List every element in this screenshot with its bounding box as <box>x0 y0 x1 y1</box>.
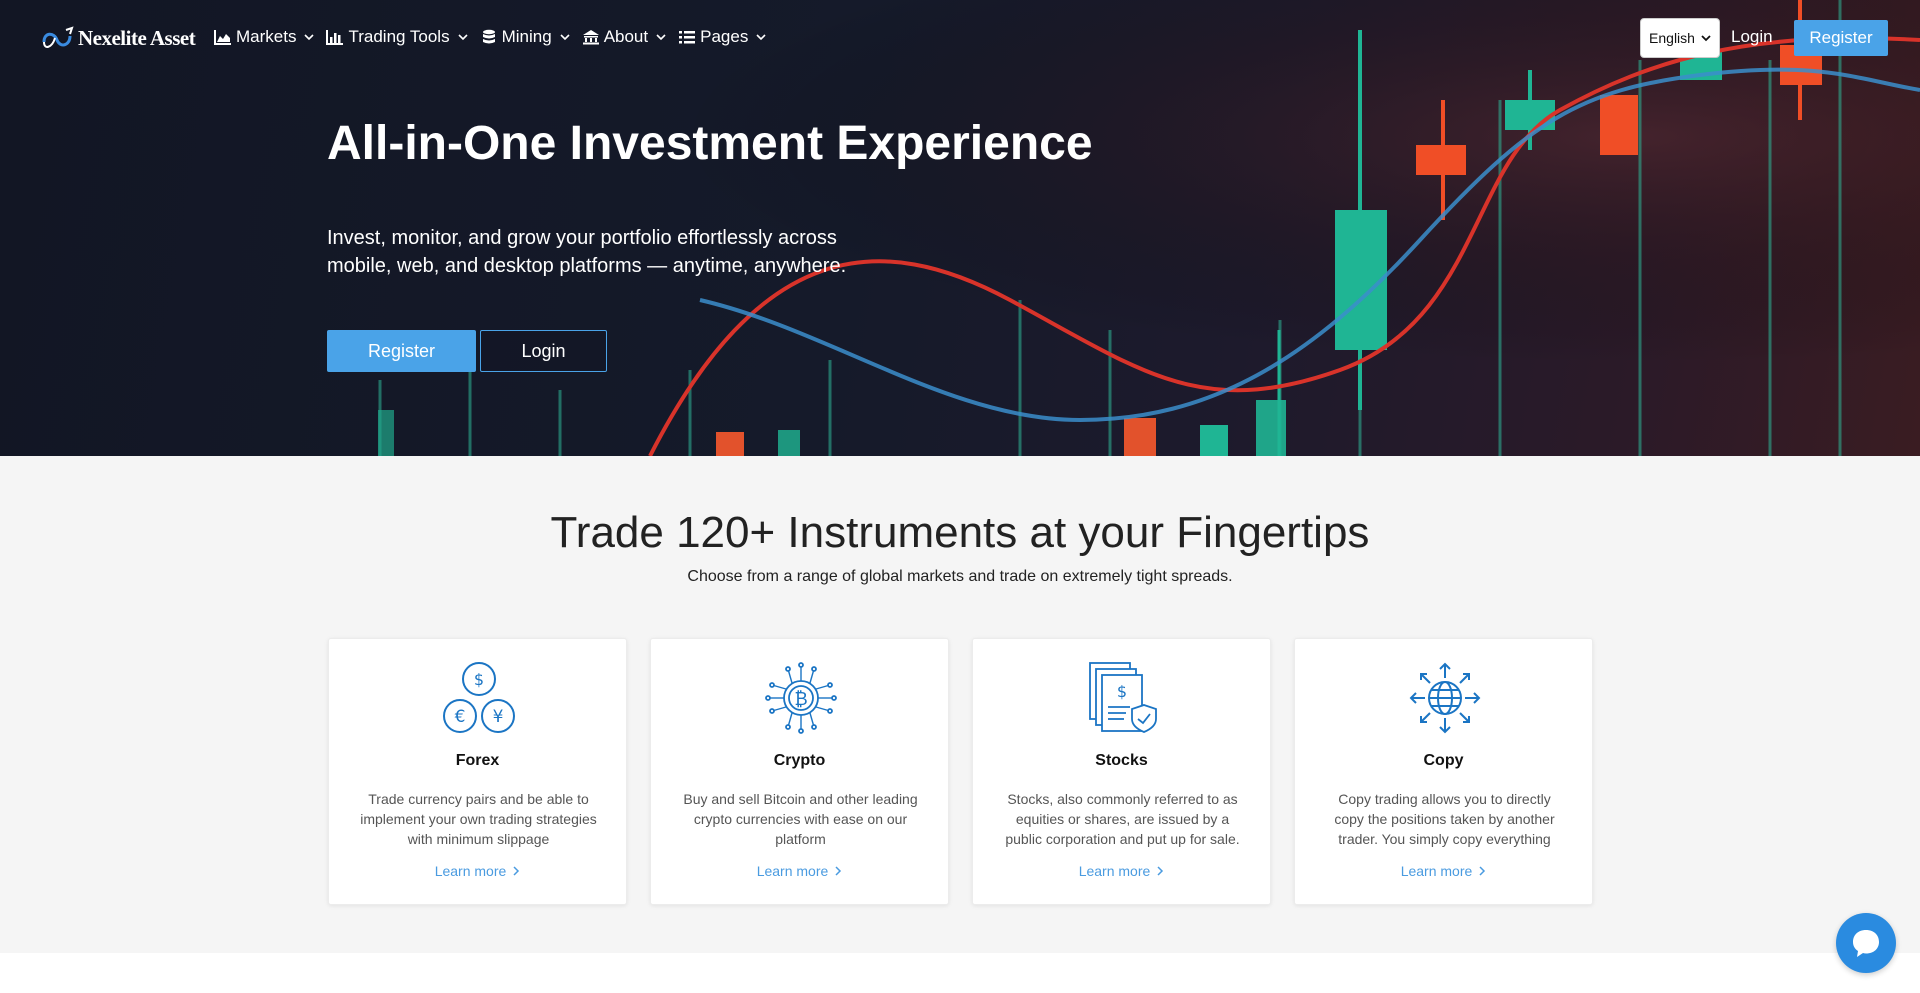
nav-pages-label: Pages <box>700 27 749 46</box>
hero-subtitle: Invest, monitor, and grow your portfolio… <box>327 227 847 277</box>
instrument-card-stocks: $ Stocks Stocks, also commonly referred … <box>972 638 1271 905</box>
learn-more-label: Learn more <box>1400 863 1473 879</box>
svg-text:$: $ <box>474 670 484 689</box>
chat-widget-button[interactable] <box>1836 913 1896 973</box>
nav-register-button[interactable]: Register <box>1794 20 1888 56</box>
chevron-right-icon <box>835 866 842 876</box>
card-title: Stocks <box>1095 752 1148 769</box>
stock-document-icon: $ <box>1089 662 1157 733</box>
chevron-right-icon <box>1157 866 1164 876</box>
svg-text:€: € <box>455 707 466 727</box>
nav-pages[interactable]: Pages <box>678 27 767 47</box>
globe-arrows-icon <box>1409 662 1481 734</box>
bar-chart-icon <box>326 30 344 45</box>
chevron-right-icon <box>1479 866 1486 876</box>
learn-more-link[interactable]: Learn more <box>329 863 626 879</box>
chevron-down-icon <box>756 34 766 41</box>
svg-text:$: $ <box>1117 682 1127 701</box>
learn-more-label: Learn more <box>756 863 829 879</box>
next-section-edge <box>0 953 1920 993</box>
nav-trading-tools-label: Trading Tools <box>348 27 450 46</box>
bank-icon <box>582 30 599 45</box>
chevron-down-icon <box>304 34 315 41</box>
chevron-down-icon <box>1701 35 1711 42</box>
nav-about[interactable]: About <box>582 27 667 47</box>
card-description: Buy and sell Bitcoin and other leading c… <box>683 791 918 847</box>
currency-coins-icon: $ € ¥ <box>443 662 515 733</box>
area-chart-icon <box>214 30 231 45</box>
chevron-right-icon <box>513 866 520 876</box>
chat-bubble-icon <box>1853 930 1879 957</box>
instrument-card-forex: $ € ¥ Forex Trade currency pairs and be … <box>328 638 627 905</box>
nav-markets[interactable]: Markets <box>214 27 315 47</box>
instruments-subtitle: Choose from a range of global markets an… <box>687 568 1233 585</box>
instruments-title: Trade 120+ Instruments at your Fingertip… <box>550 508 1370 557</box>
nav-trading-tools[interactable]: Trading Tools <box>326 27 468 47</box>
card-title: Crypto <box>773 752 826 769</box>
card-description: Stocks, also commonly referred to as equ… <box>1005 791 1240 847</box>
learn-more-link[interactable]: Learn more <box>973 863 1270 879</box>
nav-mining[interactable]: Mining <box>480 27 571 47</box>
chevron-down-icon <box>458 34 468 41</box>
main-menu: Markets Trading Tools Mining About Pages <box>214 27 767 47</box>
instrument-card-copy: Copy Copy trading allows you to directly… <box>1294 638 1593 905</box>
hero-login-button[interactable]: Login <box>480 330 607 372</box>
chevron-down-icon <box>656 34 666 41</box>
nav-login-link[interactable]: Login <box>1731 27 1773 47</box>
instrument-card-crypto: ₿ Crypto Buy and sell Bitcoin and other … <box>650 638 949 905</box>
learn-more-label: Learn more <box>1078 863 1151 879</box>
card-description: Trade currency pairs and be able to impl… <box>360 791 597 847</box>
nav-markets-label: Markets <box>236 27 297 46</box>
language-select-value: English <box>1649 30 1695 46</box>
svg-text:¥: ¥ <box>493 707 504 727</box>
bitcoin-chip-icon: ₿ <box>765 662 837 734</box>
nav-about-label: About <box>603 27 649 46</box>
list-icon <box>679 31 696 44</box>
language-select[interactable]: English <box>1640 18 1720 58</box>
brand-name: Nexelite Asset <box>78 25 196 50</box>
learn-more-link[interactable]: Learn more <box>1295 863 1592 879</box>
card-description: Copy trading allows you to directly copy… <box>1334 791 1555 847</box>
svg-text:₿: ₿ <box>794 689 807 710</box>
nav-mining-label: Mining <box>501 27 552 46</box>
database-icon <box>482 29 495 44</box>
learn-more-link[interactable]: Learn more <box>651 863 948 879</box>
card-title: Copy <box>1423 752 1464 769</box>
card-title: Forex <box>455 752 500 769</box>
learn-more-label: Learn more <box>434 863 507 879</box>
top-navbar: Nexelite Asset Markets Trading Tools Min… <box>0 0 1920 76</box>
chevron-down-icon <box>560 34 570 41</box>
hero-title: All-in-One Investment Experience <box>327 117 1093 170</box>
logo-infinity-icon <box>42 26 74 48</box>
hero-register-button[interactable]: Register <box>327 330 476 372</box>
brand-logo[interactable]: Nexelite Asset <box>40 24 196 52</box>
